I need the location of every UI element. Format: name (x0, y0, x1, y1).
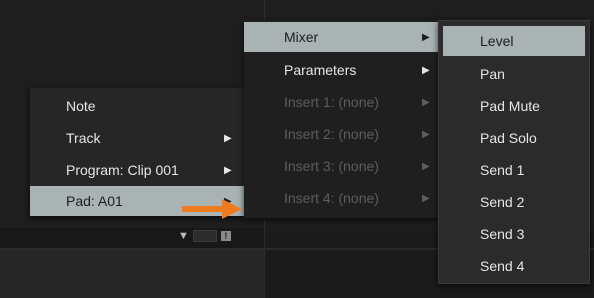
submenu-arrow-icon: ▶ (422, 160, 430, 172)
menu-item-send-1[interactable]: Send 1 (439, 154, 589, 186)
menu-item-label: Insert 1: (none) (284, 94, 379, 110)
bottom-panel (0, 250, 264, 298)
submenu-arrow-icon: ▶ (422, 192, 430, 204)
submenu-arrow-icon: ▶ (422, 96, 430, 108)
submenu-arrow-icon: ▶ (422, 128, 430, 140)
menu-item-send-2[interactable]: Send 2 (439, 186, 589, 218)
menu-item-track[interactable]: Track ▶ (30, 122, 244, 154)
menu-item-parameters[interactable]: Parameters ▶ (244, 54, 438, 86)
menu-item-insert-3: Insert 3: (none) ▶ (244, 150, 438, 182)
field-box[interactable] (192, 230, 217, 242)
menu-item-label: Send 4 (480, 258, 525, 274)
menu-item-level[interactable]: Level (443, 26, 585, 56)
menu-item-send-4[interactable]: Send 4 (439, 250, 589, 282)
menu-item-insert-1: Insert 1: (none) ▶ (244, 86, 438, 118)
info-icon[interactable]: ! (220, 231, 231, 241)
menu-item-label: Insert 3: (none) (284, 158, 379, 174)
menu-item-mixer[interactable]: Mixer ▶ (244, 22, 438, 52)
menu-item-pad-mute[interactable]: Pad Mute (439, 90, 589, 122)
pad-submenu: Mixer ▶ Parameters ▶ Insert 1: (none) ▶ … (244, 20, 438, 218)
menu-item-label: Send 1 (480, 162, 525, 178)
menu-item-label: Level (480, 33, 514, 49)
menu-item-label: Insert 4: (none) (284, 190, 379, 206)
menu-item-pad-solo[interactable]: Pad Solo (439, 122, 589, 154)
menu-item-label: Send 2 (480, 194, 525, 210)
menu-item-label: Insert 2: (none) (284, 126, 379, 142)
mixer-submenu: Level Pan Pad Mute Pad Solo Send 1 Send … (438, 20, 590, 284)
menu-item-note[interactable]: Note (30, 90, 244, 122)
pad-context-menu: Note Track ▶ Program: Clip 001 ▶ Pad: A0… (30, 88, 244, 216)
menu-item-label: Program: Clip 001 (66, 162, 179, 178)
menu-item-label: Track (66, 130, 101, 146)
menu-item-insert-2: Insert 2: (none) ▶ (244, 118, 438, 150)
toolbar-controls: ▼ ! (178, 230, 231, 242)
menu-item-send-3[interactable]: Send 3 (439, 218, 589, 250)
annotation-arrow-icon (182, 199, 242, 219)
menu-item-insert-4: Insert 4: (none) ▶ (244, 182, 438, 214)
submenu-arrow-icon: ▶ (422, 64, 430, 76)
menu-item-label: Send 3 (480, 226, 525, 242)
menu-item-label: Pan (480, 66, 505, 82)
menu-item-label: Pad Mute (480, 98, 540, 114)
menu-item-program[interactable]: Program: Clip 001 ▶ (30, 154, 244, 186)
menu-item-label: Parameters (284, 62, 357, 78)
menu-item-label: Mixer (284, 29, 319, 45)
dropdown-triangle-icon[interactable]: ▼ (178, 230, 189, 242)
submenu-arrow-icon: ▶ (224, 132, 232, 144)
menu-item-label: Pad Solo (480, 130, 537, 146)
submenu-arrow-icon: ▶ (422, 31, 430, 43)
menu-item-pan[interactable]: Pan (439, 58, 589, 90)
menu-item-label: Note (66, 98, 96, 114)
menu-item-label: Pad: A01 (66, 193, 123, 209)
submenu-arrow-icon: ▶ (224, 164, 232, 176)
